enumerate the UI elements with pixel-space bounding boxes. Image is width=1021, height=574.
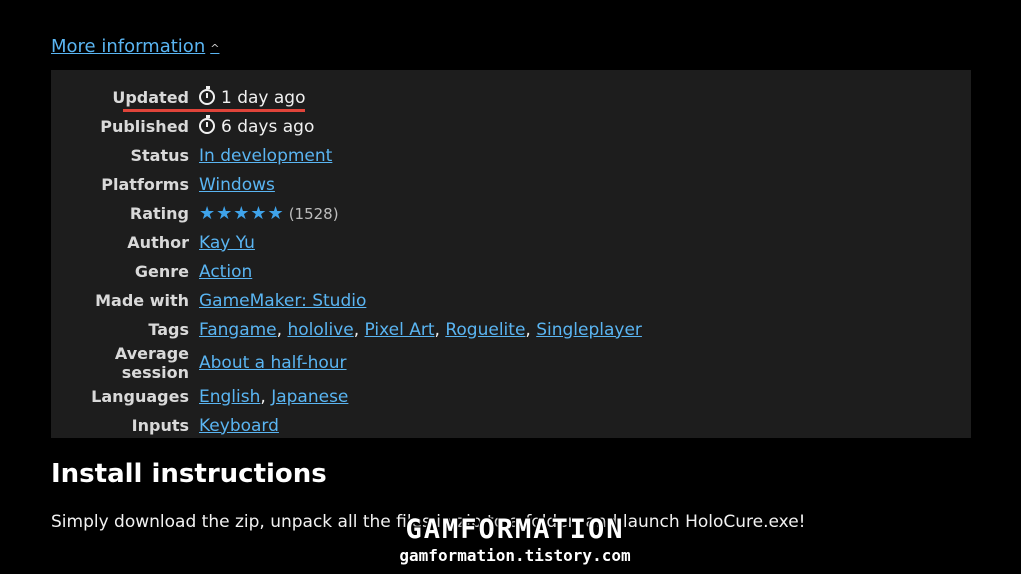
info-row-made-with: Made with GameMaker: Studio: [51, 286, 642, 315]
tag-link-roguelite[interactable]: Roguelite: [445, 320, 525, 340]
platforms-key: Platforms: [101, 175, 189, 194]
status-key: Status: [130, 146, 189, 165]
separator: ,: [434, 319, 446, 340]
updated-key: Updated: [112, 88, 189, 107]
info-row-author: Author Kay Yu: [51, 228, 642, 257]
separator: ,: [260, 386, 272, 407]
average-session-link[interactable]: About a half-hour: [199, 353, 347, 373]
info-row-status: Status In development: [51, 141, 642, 170]
made-with-link[interactable]: GameMaker: Studio: [199, 291, 366, 311]
rating-key: Rating: [129, 204, 189, 223]
tag-link-singleplayer[interactable]: Singleplayer: [536, 320, 642, 340]
tag-link-hololive[interactable]: hololive: [287, 320, 353, 340]
language-link-english[interactable]: English: [199, 387, 260, 407]
info-table: Updated 1 day ago Published 6 days ago S…: [51, 83, 642, 440]
updated-value: 1 day ago: [221, 87, 306, 108]
game-info-panel: Updated 1 day ago Published 6 days ago S…: [51, 70, 971, 438]
made-with-key: Made with: [95, 291, 189, 310]
rating-stars-icon[interactable]: ★★★★★: [199, 203, 285, 224]
info-row-rating: Rating ★★★★★ (1528): [51, 199, 642, 228]
published-key: Published: [100, 117, 189, 136]
genre-link[interactable]: Action: [199, 262, 252, 282]
platform-link-windows[interactable]: Windows: [199, 175, 275, 195]
published-value: 6 days ago: [221, 116, 315, 137]
separator: ,: [353, 319, 365, 340]
info-row-average-session: Average session About a half-hour: [51, 344, 642, 382]
average-session-key: Average session: [114, 344, 189, 382]
status-link[interactable]: In development: [199, 146, 332, 166]
author-key: Author: [127, 233, 189, 252]
tag-link-fangame[interactable]: Fangame: [199, 320, 277, 340]
chevron-up-icon: ^: [210, 42, 220, 55]
watermark-title: GAMFORMATION: [405, 514, 625, 545]
author-link[interactable]: Kay Yu: [199, 233, 255, 253]
separator: ,: [525, 319, 537, 340]
timer-icon: [199, 85, 215, 105]
info-row-tags: Tags Fangame, hololive, Pixel Art, Rogue…: [51, 315, 642, 344]
install-instructions-heading: Install instructions: [51, 459, 327, 489]
languages-key: Languages: [91, 387, 189, 406]
inputs-key: Inputs: [131, 416, 189, 435]
tag-link-pixel-art[interactable]: Pixel Art: [365, 320, 435, 340]
watermark: GAMFORMATION gamformation.tistory.com: [360, 514, 670, 566]
info-row-updated: Updated 1 day ago: [51, 83, 642, 112]
more-information-toggle[interactable]: More information ^: [51, 36, 219, 57]
info-row-published: Published 6 days ago: [51, 112, 642, 141]
tags-key: Tags: [148, 320, 189, 339]
timer-icon: [199, 114, 215, 134]
genre-key: Genre: [134, 262, 189, 281]
info-row-genre: Genre Action: [51, 257, 642, 286]
rating-count: (1528): [288, 205, 339, 223]
inputs-link[interactable]: Keyboard: [199, 416, 279, 436]
more-information-label[interactable]: More information: [51, 36, 205, 57]
info-row-platforms: Platforms Windows: [51, 170, 642, 199]
language-link-japanese[interactable]: Japanese: [271, 387, 348, 407]
info-row-languages: Languages English, Japanese: [51, 382, 642, 411]
separator: ,: [276, 319, 288, 340]
watermark-url: gamformation.tistory.com: [399, 546, 631, 565]
info-row-inputs: Inputs Keyboard: [51, 411, 642, 440]
